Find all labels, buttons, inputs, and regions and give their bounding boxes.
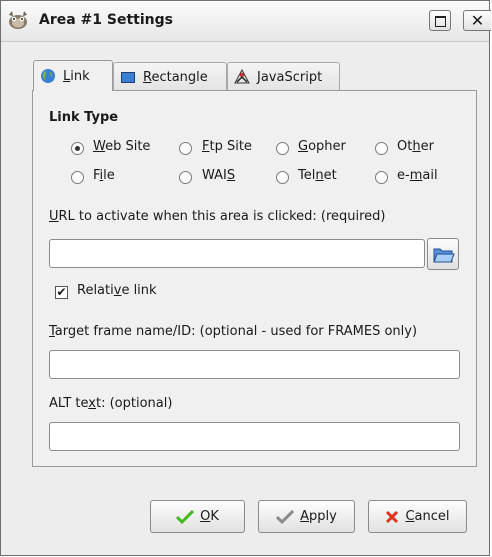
apply-button[interactable]: Apply	[258, 500, 355, 533]
radio-web-site[interactable]	[71, 142, 84, 155]
radio-other[interactable]	[375, 142, 388, 155]
tab-rectangle[interactable]: Rectangle	[113, 62, 227, 91]
alt-text-label: ALT text: (optional)	[49, 396, 173, 411]
radio-gopher-label[interactable]: Gopher	[298, 139, 346, 154]
radio-ftp-site-label[interactable]: Ftp Site	[202, 139, 252, 154]
apply-checkmark-icon	[276, 509, 295, 524]
gimp-app-icon	[9, 11, 27, 29]
close-icon: ✕	[470, 11, 485, 30]
target-frame-label: Target frame name/ID: (optional - used f…	[49, 324, 418, 339]
radio-telnet[interactable]	[276, 171, 289, 184]
tab-javascript[interactable]: JavaScript	[227, 62, 340, 91]
radio-telnet-label[interactable]: Telnet	[298, 168, 337, 183]
tab-link-label: Link	[63, 68, 90, 84]
alt-text-input[interactable]	[49, 422, 460, 451]
radio-file[interactable]	[71, 171, 84, 184]
radio-file-label[interactable]: File	[93, 168, 115, 183]
ok-button-label: OK	[200, 509, 219, 524]
radio-web-site-label[interactable]: Web Site	[93, 139, 150, 154]
globe-icon	[41, 69, 55, 83]
close-button[interactable]: ✕	[463, 10, 491, 31]
tab-link[interactable]: Link	[33, 60, 113, 91]
radio-wais-label[interactable]: WAIS	[202, 168, 235, 183]
radio-gopher[interactable]	[276, 142, 289, 155]
cancel-button[interactable]: Cancel	[368, 500, 467, 533]
open-folder-icon	[433, 248, 455, 263]
radio-wais[interactable]	[179, 171, 192, 184]
window-title: Area #1 Settings	[39, 12, 173, 28]
javascript-icon	[234, 69, 250, 84]
radio-ftp-site[interactable]	[179, 142, 192, 155]
cancel-button-label: Cancel	[405, 509, 450, 524]
tab-javascript-label: JavaScript	[257, 69, 323, 85]
maximize-button[interactable]	[429, 10, 451, 31]
cancel-x-icon	[386, 510, 399, 523]
link-type-heading: Link Type	[49, 110, 119, 125]
url-input[interactable]	[49, 239, 425, 268]
tab-rectangle-label: Rectangle	[143, 69, 208, 85]
apply-button-label: Apply	[300, 509, 337, 524]
radio-email-label[interactable]: e-mail	[397, 168, 438, 183]
target-frame-input[interactable]	[49, 350, 460, 379]
radio-email[interactable]	[375, 171, 388, 184]
title-bar[interactable]: Area #1 Settings ✕	[1, 1, 491, 42]
browse-url-button[interactable]	[427, 238, 459, 270]
checkmark-icon	[176, 509, 195, 524]
relative-link-checkbox[interactable]: ✔	[55, 286, 68, 299]
radio-other-label[interactable]: Other	[397, 139, 434, 154]
relative-link-label[interactable]: Relative link	[77, 283, 157, 298]
rectangle-icon	[121, 72, 135, 83]
ok-button[interactable]: OK	[150, 500, 245, 533]
url-label: URL to activate when this area is clicke…	[49, 209, 386, 224]
